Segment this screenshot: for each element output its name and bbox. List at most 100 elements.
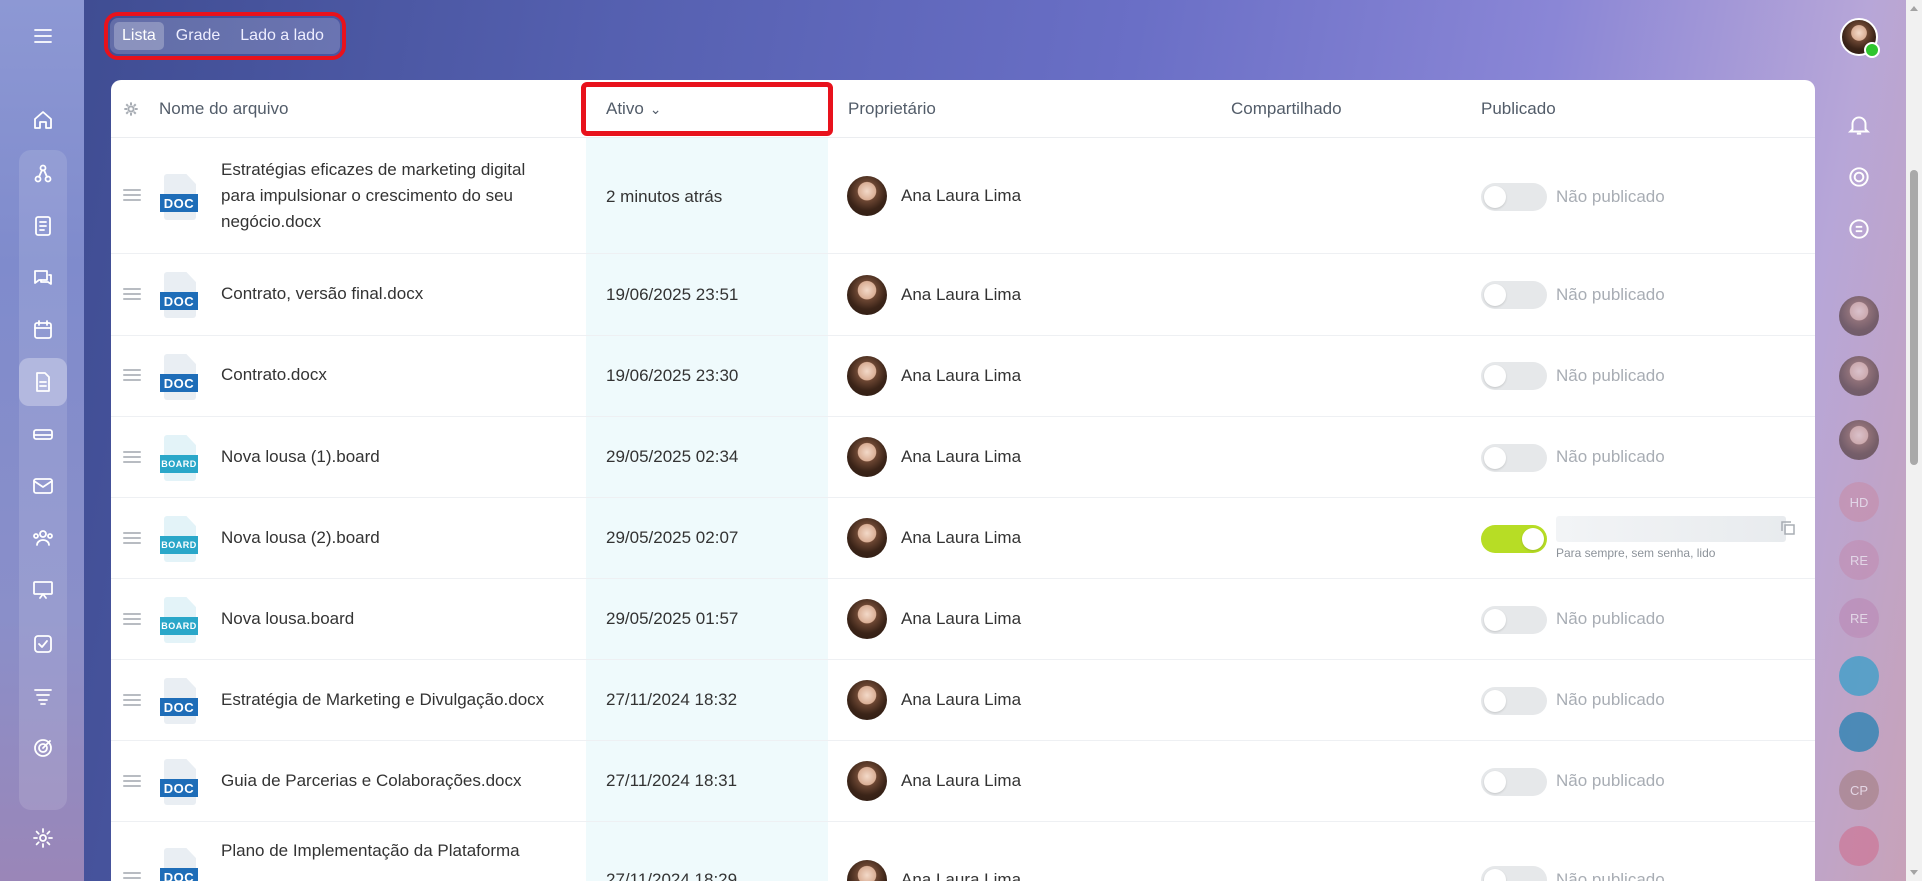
chat-bubble-icon[interactable] (1839, 656, 1879, 696)
publish-toggle[interactable] (1481, 444, 1547, 472)
documents-icon[interactable] (19, 358, 67, 406)
file-name[interactable]: Nova lousa.board (221, 606, 561, 632)
owner[interactable]: Ana Laura Lima (847, 680, 1021, 720)
drag-handle-icon[interactable] (123, 189, 141, 203)
file-name[interactable]: Guia de Parcerias e Colaborações.docx (221, 768, 561, 794)
view-option-lista[interactable]: Lista (114, 22, 164, 50)
publish-toggle[interactable] (1481, 687, 1547, 715)
mail-icon[interactable] (19, 462, 67, 510)
feed-icon[interactable] (19, 202, 67, 250)
owner[interactable]: Ana Laura Lima (847, 356, 1021, 396)
groups-icon[interactable] (19, 514, 67, 562)
owner-avatar (847, 680, 887, 720)
drag-handle-icon[interactable] (123, 288, 141, 302)
owner[interactable]: Ana Laura Lima (847, 761, 1021, 801)
bookmark-icon[interactable] (1839, 712, 1879, 752)
owner[interactable]: Ana Laura Lima (847, 599, 1021, 639)
drag-handle-icon[interactable] (123, 694, 141, 708)
goals-icon[interactable] (19, 724, 67, 772)
calendar-icon[interactable] (19, 306, 67, 354)
publish-toggle[interactable] (1481, 768, 1547, 796)
collab-icon[interactable] (19, 150, 67, 198)
publish-toggle[interactable] (1481, 525, 1547, 553)
drag-handle-icon[interactable] (123, 451, 141, 465)
publish-toggle[interactable] (1481, 183, 1547, 211)
publish-toggle[interactable] (1481, 281, 1547, 309)
file-name[interactable]: Nova lousa (2).board (221, 525, 561, 551)
drag-handle-icon[interactable] (123, 775, 141, 789)
table-row[interactable]: DOC Estratégias eficazes de marketing di… (111, 139, 1815, 254)
copy-link-icon[interactable] (1779, 519, 1797, 537)
settings-icon[interactable] (19, 814, 67, 862)
tasks-check-icon[interactable] (1839, 826, 1879, 866)
owner-name: Ana Laura Lima (901, 870, 1022, 881)
file-name[interactable]: Plano de Implementação da Plataforma (221, 838, 561, 864)
owner[interactable]: Ana Laura Lima (847, 437, 1021, 477)
table-row[interactable]: BOARD Nova lousa (1).board 29/05/2025 02… (111, 417, 1815, 498)
home-icon[interactable] (19, 96, 67, 144)
active-date: 27/11/2024 18:31 (606, 771, 738, 790)
filter-icon[interactable] (19, 672, 67, 720)
drive-icon[interactable] (19, 410, 67, 458)
table-row[interactable]: DOC Plano de Implementação da Plataforma… (111, 822, 1815, 881)
table-row[interactable]: DOC Guia de Parcerias e Colaborações.doc… (111, 741, 1815, 822)
activity-icon[interactable] (1840, 158, 1878, 196)
table-row[interactable]: BOARD Nova lousa.board 29/05/2025 01:57 … (111, 579, 1815, 660)
contact-avatar-re[interactable]: RE (1839, 540, 1879, 580)
publish-toggle[interactable] (1481, 362, 1547, 390)
owner[interactable]: Ana Laura Lima (847, 860, 1021, 881)
column-settings-gear-icon[interactable] (123, 80, 143, 138)
owner-avatar (847, 599, 887, 639)
file-name[interactable]: Estratégias eficazes de marketing digita… (221, 157, 561, 235)
contact-avatar[interactable] (1839, 420, 1879, 460)
column-header-owner[interactable]: Proprietário (848, 80, 936, 138)
table-row[interactable]: DOC Contrato, versão final.docx 19/06/20… (111, 254, 1815, 336)
contact-avatar-cp[interactable]: CP (1839, 770, 1879, 810)
tasks-icon[interactable] (19, 620, 67, 668)
drag-handle-icon[interactable] (123, 369, 141, 383)
column-header-published[interactable]: Publicado (1481, 80, 1556, 138)
view-switcher: Lista Grade Lado a lado (104, 12, 346, 60)
contact-avatar-re[interactable]: RE (1839, 598, 1879, 638)
contact-avatar[interactable] (1839, 356, 1879, 396)
scroll-up-arrow-icon[interactable] (1910, 6, 1918, 11)
column-header-name[interactable]: Nome do arquivo (159, 80, 288, 138)
sync-chat-icon[interactable] (1840, 210, 1878, 248)
table-row[interactable]: DOC Contrato.docx 19/06/2025 23:30 Ana L… (111, 336, 1815, 417)
publish-toggle[interactable] (1481, 606, 1547, 634)
drag-handle-icon[interactable] (123, 613, 141, 627)
user-avatar[interactable] (1840, 18, 1880, 58)
owner-name: Ana Laura Lima (901, 366, 1022, 385)
page-scrollbar[interactable] (1906, 0, 1922, 881)
active-date: 29/05/2025 02:34 (606, 447, 739, 466)
publish-toggle[interactable] (1481, 866, 1547, 881)
public-link-field[interactable] (1556, 516, 1786, 542)
table-row[interactable]: DOC Estratégia de Marketing e Divulgação… (111, 660, 1815, 741)
owner[interactable]: Ana Laura Lima (847, 518, 1021, 558)
column-header-shared[interactable]: Compartilhado (1231, 80, 1342, 138)
publish-status: Não publicado (1556, 285, 1665, 304)
contact-avatar[interactable] (1839, 296, 1879, 336)
table-row[interactable]: BOARD Nova lousa (2).board 29/05/2025 02… (111, 498, 1815, 579)
drag-handle-icon[interactable] (123, 532, 141, 546)
owner[interactable]: Ana Laura Lima (847, 275, 1021, 315)
file-name[interactable]: Nova lousa (1).board (221, 444, 561, 470)
owner-avatar (847, 437, 887, 477)
notifications-bell-icon[interactable] (1840, 106, 1878, 144)
owner-name: Ana Laura Lima (901, 690, 1022, 709)
publish-status: Não publicado (1556, 187, 1665, 206)
chat-icon[interactable] (19, 254, 67, 302)
file-name[interactable]: Estratégia de Marketing e Divulgação.doc… (221, 687, 561, 713)
scrollbar-thumb[interactable] (1910, 170, 1918, 465)
board-icon[interactable] (19, 566, 67, 614)
board-file-icon: BOARD (160, 435, 198, 481)
menu-icon[interactable] (19, 12, 67, 60)
file-name[interactable]: Contrato, versão final.docx (221, 281, 561, 307)
view-option-lado-a-lado[interactable]: Lado a lado (232, 22, 332, 50)
owner[interactable]: Ana Laura Lima (847, 176, 1021, 216)
contact-avatar-hd[interactable]: HD (1839, 482, 1879, 522)
view-option-grade[interactable]: Grade (168, 22, 228, 50)
drag-handle-icon[interactable] (123, 872, 141, 881)
file-name[interactable]: Contrato.docx (221, 362, 561, 388)
scroll-down-arrow-icon[interactable] (1910, 870, 1918, 875)
